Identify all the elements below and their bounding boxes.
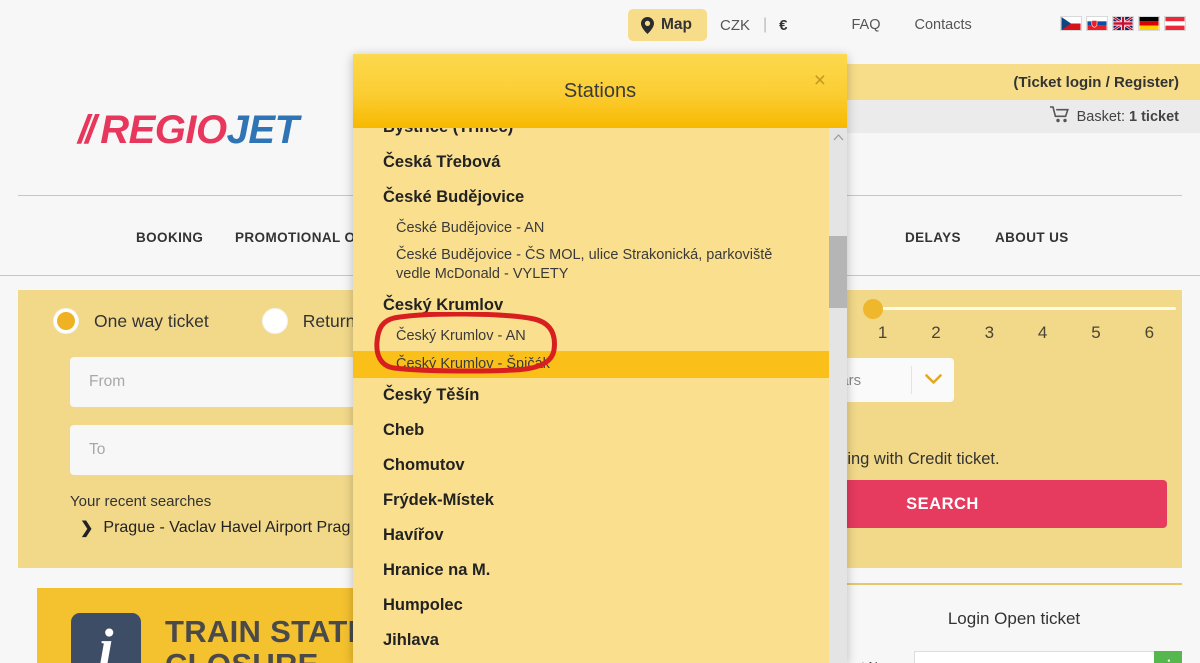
slider-knob[interactable] (863, 299, 883, 319)
stations-modal-body: Bystřice (Třinec) Česká Třebová České Bu… (353, 128, 847, 663)
logo-jet: JET (226, 108, 299, 152)
shopping-cart-icon (1049, 106, 1070, 127)
logo-bars: // (78, 108, 96, 152)
closure-banner-line2: CLOSURE (165, 648, 381, 663)
map-button[interactable]: Map (628, 9, 707, 41)
nav-item-promotional-offers[interactable]: PROMOTIONAL OF (235, 230, 364, 245)
slider-track (874, 307, 1176, 310)
station-group[interactable]: Jihlava (353, 623, 829, 658)
station-group[interactable]: Český Těšín (353, 378, 829, 413)
station-group[interactable]: Chomutov (353, 448, 829, 483)
flag-de-icon[interactable] (1138, 16, 1160, 31)
regiojet-logo[interactable]: //REGIOJET (78, 108, 299, 153)
faq-link[interactable]: FAQ (835, 17, 898, 33)
top-utility-bar: Map CZK | € FAQ Contacts (0, 0, 1200, 52)
radio-one-way-label: One way ticket (94, 310, 209, 331)
language-flags (1060, 16, 1186, 31)
slider-tick-1: 1 (877, 323, 888, 342)
ticket-login-register-link[interactable]: (Ticket login / Register) (1013, 74, 1179, 91)
stations-modal-header: Stations × (353, 54, 847, 128)
stations-scrollbar[interactable] (829, 128, 847, 663)
info-icon: i (71, 613, 141, 663)
slider-tick-2: 2 (931, 323, 941, 342)
slider-tick-labels: 1 2 3 4 5 6 (856, 323, 1176, 343)
stations-modal: Stations × Bystřice (Třinec) Česká Třebo… (353, 54, 847, 663)
station-group[interactable]: Česká Třebová (353, 145, 829, 180)
stations-list: Bystřice (Třinec) Česká Třebová České Bu… (353, 128, 829, 663)
slider-tick-4: 4 (1037, 323, 1048, 342)
station-item[interactable]: Český Krumlov - AN (353, 323, 829, 350)
radio-return-indicator (261, 308, 288, 334)
station-group[interactable]: Hranice na M. (353, 553, 829, 588)
basket-count: 1 ticket (1129, 108, 1179, 125)
flag-at-icon[interactable] (1164, 16, 1186, 31)
login-open-ticket-row: et No i (846, 651, 1182, 663)
recent-search-label: Prague - Vaclav Havel Airport Prag (103, 519, 351, 536)
nav-item-delays[interactable]: DELAYS (905, 230, 961, 245)
currency-eur[interactable]: € (767, 17, 800, 34)
station-group[interactable]: Havířov (353, 518, 829, 553)
slider-tick-6: 6 (1144, 323, 1155, 342)
ticket-no-submit-button[interactable]: i (1154, 651, 1182, 663)
station-item[interactable]: České Budějovice - ČS MOL, ulice Strakon… (353, 242, 829, 288)
station-group[interactable]: Frýdek-Místek (353, 483, 829, 518)
login-open-ticket-card: Login Open ticket et No i (846, 583, 1182, 663)
scrollbar-thumb[interactable] (829, 236, 847, 308)
station-group[interactable]: České Budějovice (353, 180, 829, 215)
nav-item-booking[interactable]: BOOKING (136, 230, 203, 245)
login-open-ticket-title: Login Open ticket (947, 609, 1081, 628)
info-icon-glyph: i (98, 618, 114, 663)
scroll-up-arrow-icon[interactable] (829, 128, 847, 146)
location-pin-icon (641, 16, 654, 34)
ticket-type-radios: One way ticket Return ticke (53, 308, 396, 334)
basket-label: Basket: (1076, 108, 1125, 125)
station-group[interactable]: Jirkov (353, 658, 829, 663)
ticket-no-input[interactable] (914, 651, 1154, 663)
closure-banner-line1: TRAIN STATIO (165, 613, 381, 649)
close-icon[interactable]: × (807, 66, 833, 95)
from-input-placeholder: From (89, 373, 126, 390)
ticket-no-label: et No (846, 659, 914, 663)
contacts-link[interactable]: Contacts (898, 17, 989, 33)
logo-regio: REGIO (100, 108, 227, 152)
recent-searches-title: Your recent searches (70, 493, 212, 510)
flag-gb-icon[interactable] (1112, 16, 1134, 31)
station-group[interactable]: Humpolec (353, 588, 829, 623)
currency-czk[interactable]: CZK (707, 17, 763, 34)
flag-cz-icon[interactable] (1060, 16, 1082, 31)
to-input-placeholder: To (89, 441, 106, 458)
chevron-down-icon (912, 370, 954, 390)
stations-modal-title: Stations (563, 79, 637, 102)
closure-banner-text: TRAIN STATIO CLOSURE (165, 613, 381, 663)
station-group[interactable]: Bystřice (Třinec) (353, 128, 829, 145)
map-button-label: Map (661, 16, 692, 33)
radio-one-way-ticket[interactable]: One way ticket (53, 308, 209, 334)
station-item[interactable]: České Budějovice - AN (353, 215, 829, 242)
slider-tick-5: 5 (1091, 323, 1101, 342)
station-group[interactable]: Český Krumlov (353, 288, 829, 323)
recent-search-item[interactable]: ❯ Prague - Vaclav Havel Airport Prag (80, 518, 350, 538)
slider-tick-3: 3 (984, 323, 995, 342)
station-item-selected[interactable]: Český Krumlov - Špičák (353, 350, 829, 378)
chevron-right-icon: ❯ (80, 520, 94, 537)
station-group[interactable]: Cheb (353, 413, 829, 448)
radio-one-way-indicator (53, 308, 79, 334)
nav-item-about-us[interactable]: ABOUT US (995, 230, 1069, 245)
flag-sk-icon[interactable] (1086, 16, 1108, 31)
top-utility-links: Map CZK | € FAQ Contacts (628, 9, 989, 41)
page-root: Map CZK | € FAQ Contacts //REGIOJET (Tic… (0, 0, 1200, 663)
